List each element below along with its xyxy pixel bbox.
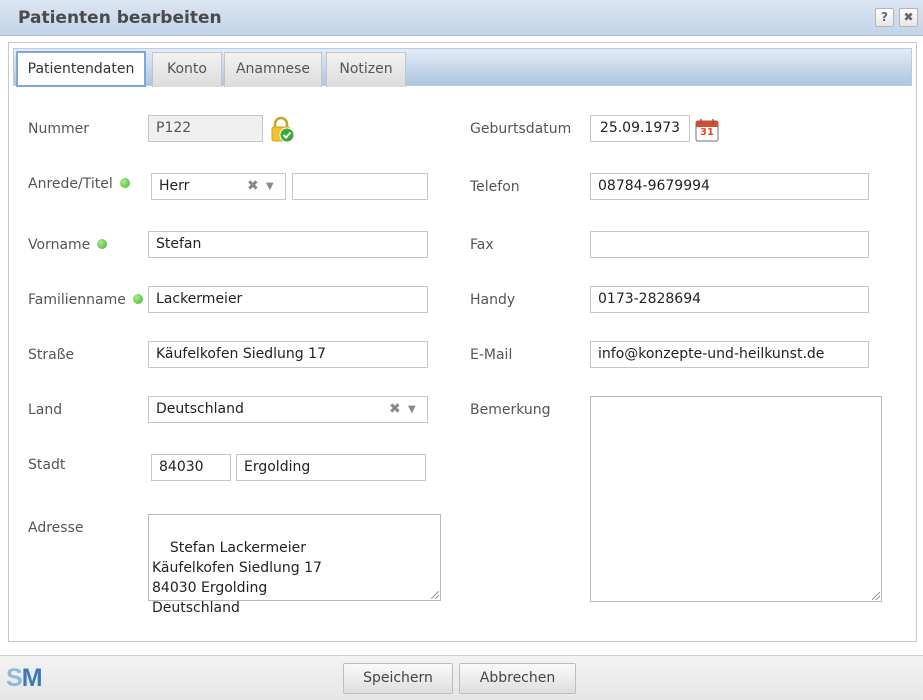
land-value: Deutschland — [156, 401, 244, 417]
titel-input[interactable] — [292, 173, 428, 200]
required-indicator-icon — [132, 294, 143, 304]
handy-input[interactable]: 0173-2828694 — [590, 286, 869, 313]
vorname-input[interactable]: Stefan — [148, 231, 428, 258]
tab-anamnese[interactable]: Anamnese — [224, 52, 322, 87]
land-select[interactable]: Deutschland ✖ ▼ — [148, 396, 428, 423]
stadt-label: Stadt — [28, 457, 66, 473]
calendar-icon[interactable]: 31 — [694, 117, 720, 143]
fax-label: Fax — [470, 237, 494, 253]
dialog-titlebar: Patienten bearbeiten ? ✖ — [0, 0, 923, 36]
ort-input[interactable]: Ergolding — [236, 454, 426, 481]
bemerkung-label: Bemerkung — [470, 402, 551, 418]
adresse-label: Adresse — [28, 520, 84, 536]
anrede-value: Herr — [159, 178, 190, 194]
resize-handle-icon[interactable] — [431, 591, 439, 599]
resize-handle-icon[interactable] — [872, 592, 880, 600]
email-input[interactable]: info@konzepte-und-heilkunst.de — [590, 341, 869, 368]
familienname-label: Familienname — [28, 292, 143, 308]
anrede-select[interactable]: Herr ✖ ▼ — [151, 173, 286, 200]
plz-input[interactable]: 84030 — [151, 454, 231, 481]
telefon-label: Telefon — [470, 179, 520, 195]
tab-notizen[interactable]: Notizen — [326, 52, 406, 87]
help-icon[interactable]: ? — [875, 8, 894, 27]
app-logo: SM — [6, 664, 43, 692]
adresse-textarea[interactable]: Stefan Lackermeier Käufelkofen Siedlung … — [148, 514, 441, 616]
nummer-label: Nummer — [28, 121, 89, 137]
adresse-text: Stefan Lackermeier Käufelkofen Siedlung … — [152, 540, 322, 616]
form-panel: Patientendaten Konto Anamnese Notizen Nu… — [8, 42, 917, 642]
save-button[interactable]: Speichern — [343, 663, 453, 694]
clear-icon[interactable]: ✖ — [389, 397, 401, 422]
required-indicator-icon — [97, 239, 108, 249]
dialog-title: Patienten bearbeiten — [18, 8, 222, 28]
required-indicator-icon — [119, 178, 130, 188]
strasse-input[interactable]: Käufelkofen Siedlung 17 — [148, 341, 428, 368]
land-label: Land — [28, 402, 63, 418]
fax-input[interactable] — [590, 231, 869, 258]
vorname-label: Vorname — [28, 237, 108, 253]
handy-label: Handy — [470, 292, 516, 308]
bemerkung-textarea[interactable] — [590, 396, 882, 602]
tab-patientendaten[interactable]: Patientendaten — [16, 51, 146, 87]
chevron-down-icon[interactable]: ▼ — [266, 174, 274, 199]
nummer-field: P122 — [148, 115, 263, 142]
familienname-input[interactable]: Lackermeier — [148, 286, 428, 313]
dialog-footer: SM Speichern Abbrechen — [0, 655, 923, 700]
anrede-label: Anrede/Titel — [28, 176, 130, 192]
tab-bar: Patientendaten Konto Anamnese Notizen — [13, 48, 912, 87]
clear-icon[interactable]: ✖ — [247, 174, 259, 199]
geburtsdatum-input[interactable]: 25.09.1973 — [590, 115, 690, 142]
close-icon[interactable]: ✖ — [899, 8, 918, 27]
geburtsdatum-label: Geburtsdatum — [470, 121, 572, 137]
cancel-button[interactable]: Abbrechen — [459, 663, 576, 694]
lock-icon — [268, 116, 296, 144]
strasse-label: Straße — [28, 347, 75, 363]
chevron-down-icon[interactable]: ▼ — [408, 397, 416, 422]
calendar-day: 31 — [700, 127, 714, 138]
tab-konto[interactable]: Konto — [152, 52, 222, 87]
email-label: E-Mail — [470, 347, 513, 363]
telefon-input[interactable]: 08784-9679994 — [590, 173, 869, 200]
